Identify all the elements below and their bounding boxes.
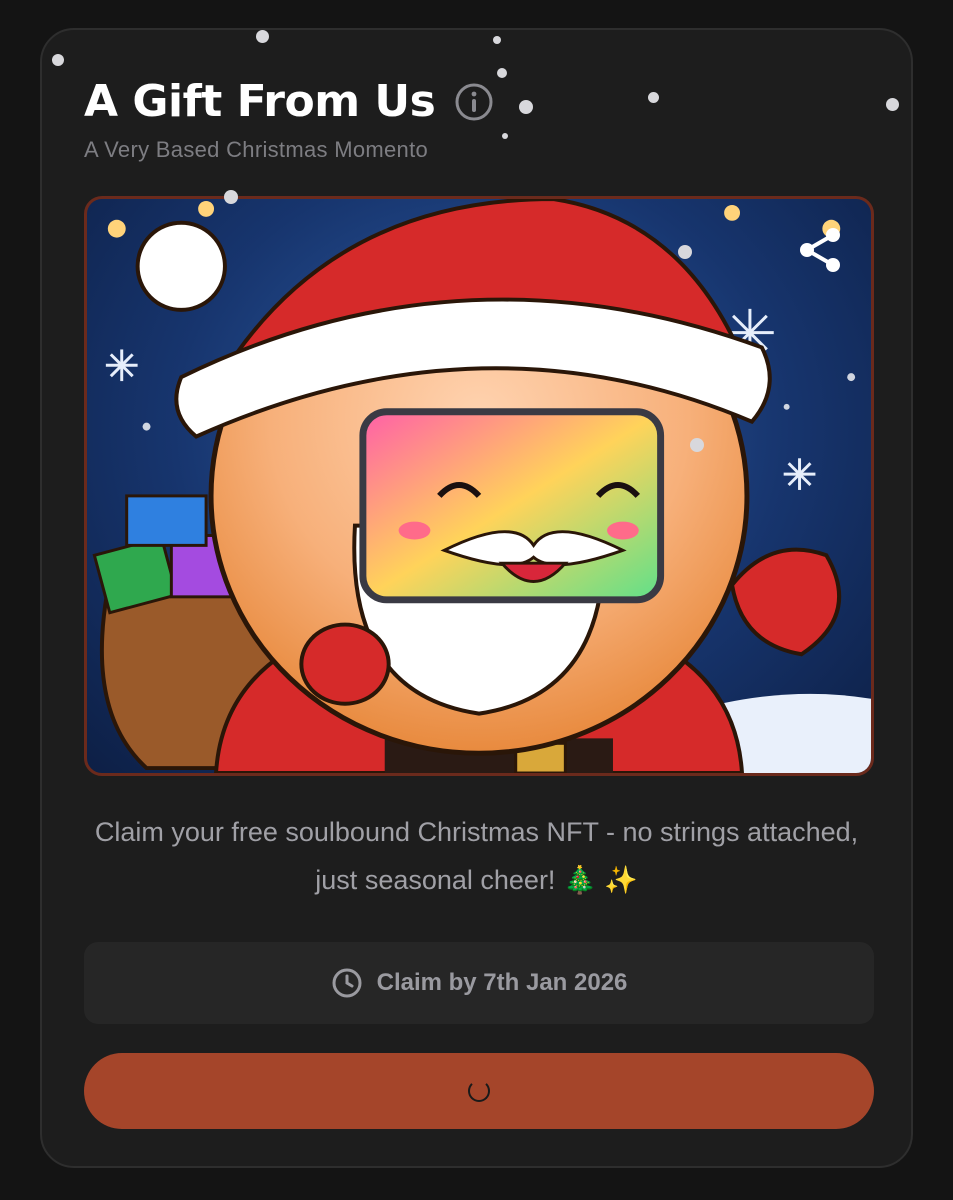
snow-dot bbox=[678, 245, 692, 259]
card-title: A Gift From Us bbox=[84, 76, 436, 127]
claim-description: Claim your free soulbound Christmas NFT … bbox=[94, 817, 859, 895]
snow-dot bbox=[519, 100, 533, 114]
claim-deadline-badge: Claim by 7th Jan 2026 bbox=[84, 942, 874, 1024]
snow-dot bbox=[256, 30, 269, 43]
card-subtitle: A Very Based Christmas Momento bbox=[84, 137, 429, 162]
card-header: A Gift From Us A Very Based Christmas Mo… bbox=[84, 76, 869, 163]
claim-deadline-label: Claim by 7th Jan 2026 bbox=[376, 969, 628, 996]
share-icon[interactable] bbox=[793, 223, 847, 277]
santa-illustration bbox=[92, 199, 871, 773]
spinner-icon bbox=[468, 1080, 490, 1102]
snow-dot bbox=[690, 438, 704, 452]
snow-dot bbox=[497, 68, 507, 78]
snow-dot bbox=[886, 98, 899, 111]
gift-card: A Gift From Us A Very Based Christmas Mo… bbox=[40, 28, 913, 1168]
snow-dot bbox=[493, 36, 501, 44]
snow-dot bbox=[502, 133, 508, 139]
snow-dot bbox=[52, 54, 64, 66]
nft-artwork bbox=[84, 196, 874, 776]
snow-dot bbox=[224, 190, 238, 204]
claim-button[interactable] bbox=[84, 1053, 874, 1129]
snow-dot bbox=[648, 92, 659, 103]
title-row: A Gift From Us bbox=[84, 76, 869, 127]
info-circle-icon[interactable] bbox=[453, 81, 495, 123]
clock-icon bbox=[331, 967, 363, 999]
